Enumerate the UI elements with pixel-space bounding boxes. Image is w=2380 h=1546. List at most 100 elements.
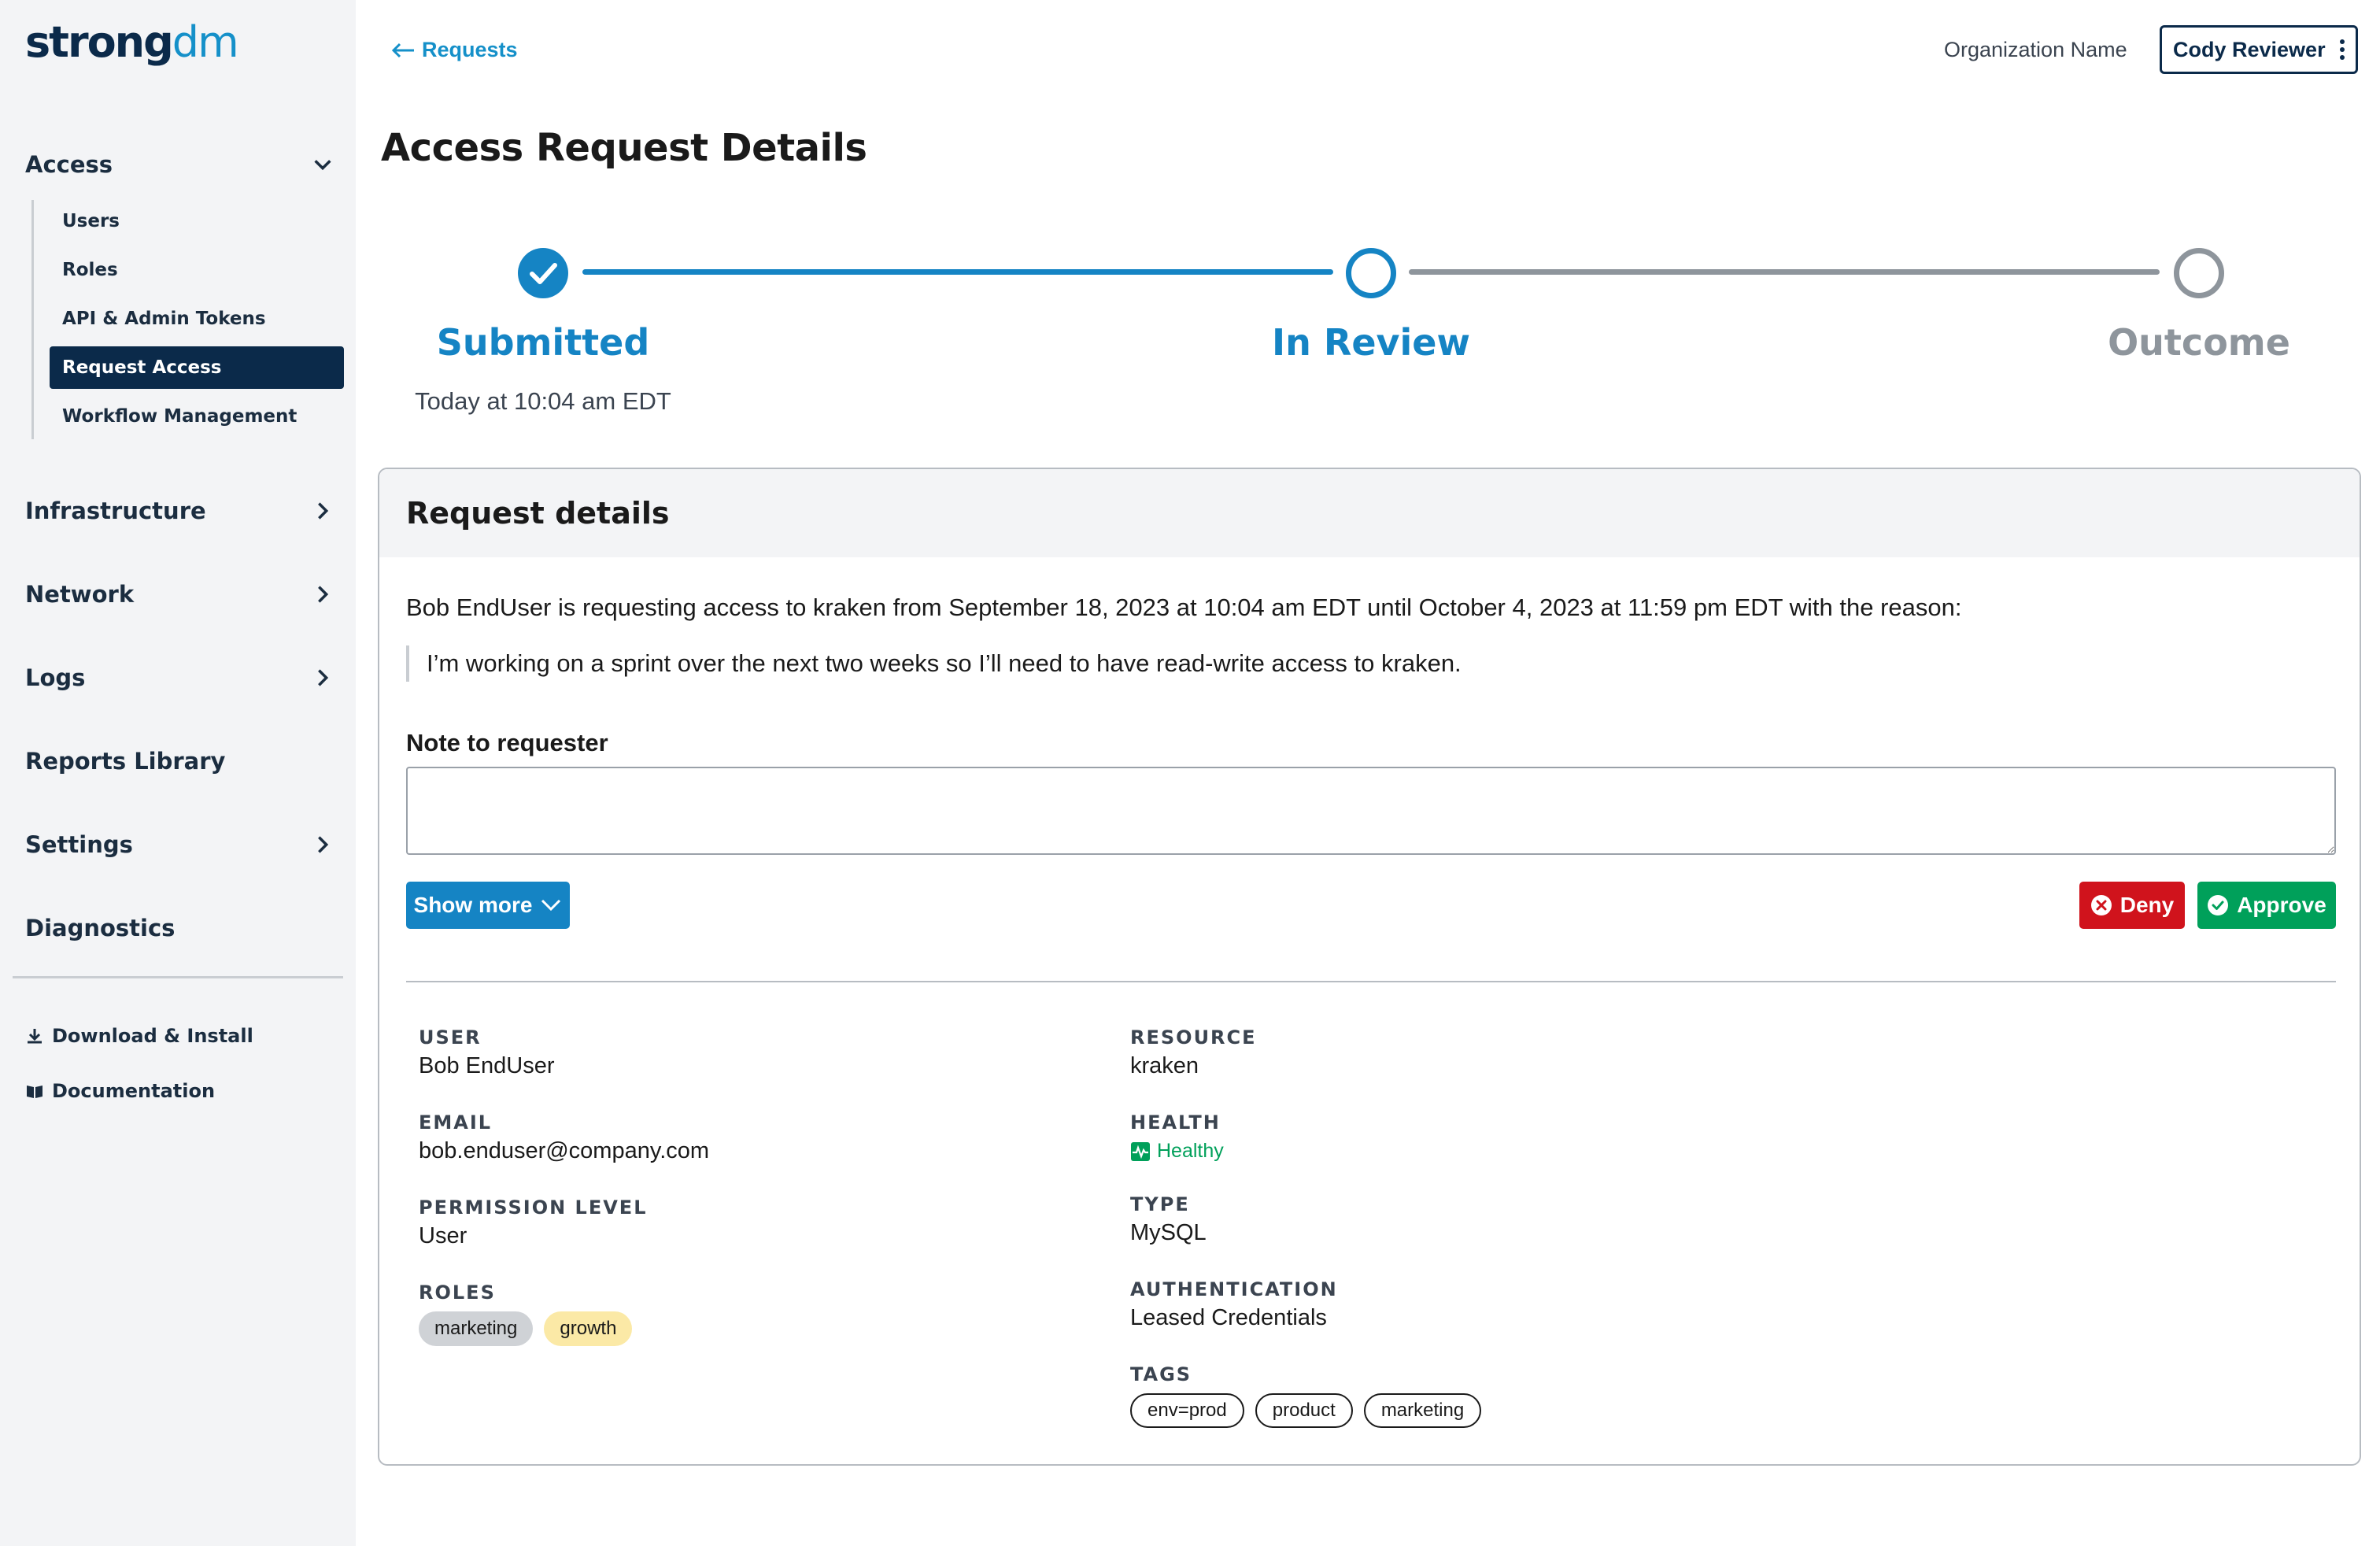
field-label: AUTHENTICATION (1130, 1278, 1338, 1300)
tag-pill: env=prod (1130, 1393, 1244, 1428)
sidebar-section-label: Reports Library (25, 748, 226, 775)
sidebar-section-label: Access (25, 151, 113, 178)
field-label: USER (419, 1026, 482, 1049)
type-value: MySQL (1130, 1220, 1207, 1245)
chevron-right-icon (312, 500, 334, 522)
tags-field: TAGS env=prod product marketing (1130, 1363, 1482, 1428)
chevron-down-icon (312, 153, 334, 176)
user-name: Cody Reviewer (2173, 37, 2326, 61)
x-circle-icon (2090, 895, 2112, 915)
show-more-label: Show more (413, 893, 533, 917)
permission-level-field: PERMISSION LEVEL User (419, 1196, 648, 1249)
progress-stepper: Submitted Today at 10:04 am EDT In Revie… (381, 236, 2380, 441)
tag-pill: product (1255, 1393, 1353, 1428)
email-field: EMAIL bob.enduser@company.com (419, 1111, 709, 1164)
check-circle-icon (518, 248, 568, 298)
sidebar: strongdm Access Users Roles API & Admin … (0, 0, 356, 1546)
arrow-left-icon (391, 43, 414, 57)
chevron-down-icon (541, 899, 561, 912)
sidebar-item-users[interactable]: Users (50, 200, 344, 242)
sidebar-link-label: Download & Install (52, 1025, 253, 1047)
role-pill: marketing (419, 1311, 534, 1346)
documentation-link[interactable]: Documentation (25, 1080, 215, 1102)
book-icon (27, 1086, 42, 1098)
field-label: PERMISSION LEVEL (419, 1196, 648, 1219)
sidebar-section-infrastructure[interactable]: Infrastructure (25, 497, 334, 524)
sidebar-section-network[interactable]: Network (25, 581, 334, 608)
download-icon (28, 1029, 42, 1044)
heartbeat-icon (1131, 1141, 1150, 1161)
email-value: bob.enduser@company.com (419, 1138, 710, 1163)
sidebar-divider (13, 976, 343, 978)
sidebar-item-roles[interactable]: Roles (50, 249, 344, 291)
sidebar-item-label: Users (62, 211, 120, 231)
approve-label: Approve (2237, 893, 2326, 917)
field-label: TAGS (1130, 1363, 1192, 1385)
user-menu-button[interactable]: Cody Reviewer (2160, 25, 2358, 74)
page-title: Access Request Details (381, 126, 867, 170)
tag-pill: marketing (1363, 1393, 1482, 1428)
strongdm-logo[interactable]: strongdm (25, 17, 239, 67)
access-subnav: Users Roles API & Admin Tokens Request A… (31, 200, 346, 439)
sidebar-section-label: Infrastructure (25, 497, 206, 524)
download-install-link[interactable]: Download & Install (25, 1025, 253, 1047)
permission-level-value: User (419, 1223, 468, 1248)
card-divider (406, 981, 2336, 982)
step-submitted-time: Today at 10:04 am EDT (415, 387, 671, 415)
current-step-circle-icon (1346, 248, 1396, 298)
tags-list: env=prod product marketing (1130, 1393, 1482, 1428)
field-label: RESOURCE (1130, 1026, 1257, 1049)
sidebar-section-reports-library[interactable]: Reports Library (25, 748, 334, 775)
sidebar-section-settings[interactable]: Settings (25, 831, 334, 858)
sidebar-section-logs[interactable]: Logs (25, 664, 334, 691)
user-value: Bob EndUser (419, 1053, 555, 1078)
type-field: TYPE MySQL (1130, 1193, 1207, 1246)
role-pill: growth (544, 1311, 633, 1346)
authentication-value: Leased Credentials (1130, 1305, 1327, 1330)
sidebar-section-access[interactable]: Access (25, 151, 334, 178)
back-to-requests-link[interactable]: Requests (390, 38, 518, 62)
request-details-card: Request details Bob EndUser is requestin… (378, 468, 2361, 1466)
sidebar-item-label: Request Access (62, 357, 222, 378)
field-label: ROLES (419, 1282, 496, 1304)
sidebar-item-label: Workflow Management (62, 406, 298, 427)
note-to-requester-input[interactable] (406, 767, 2336, 855)
health-status: Healthy (1130, 1140, 1224, 1163)
sidebar-section-label: Settings (25, 831, 133, 858)
chevron-right-icon (312, 583, 334, 605)
show-more-button[interactable]: Show more (406, 882, 570, 929)
note-label: Note to requester (406, 729, 608, 756)
step-label-outcome: Outcome (2108, 321, 2290, 364)
organization-name: Organization Name (1944, 38, 2127, 61)
sidebar-item-api-tokens[interactable]: API & Admin Tokens (50, 298, 344, 340)
kebab-menu-icon (2340, 39, 2345, 60)
sidebar-section-label: Logs (25, 664, 86, 691)
field-label: HEALTH (1130, 1111, 1221, 1134)
sidebar-section-label: Network (25, 581, 135, 608)
health-value: Healthy (1157, 1140, 1224, 1162)
chevron-right-icon (312, 834, 334, 856)
deny-button[interactable]: Deny (2079, 882, 2185, 929)
step-label-in-review: In Review (1272, 321, 1470, 364)
sidebar-link-label: Documentation (52, 1080, 216, 1102)
resource-field: RESOURCE kraken (1130, 1026, 1257, 1079)
back-link-label: Requests (422, 38, 518, 61)
field-label: EMAIL (419, 1111, 493, 1134)
pending-step-circle-icon (2174, 248, 2224, 298)
sidebar-item-request-access[interactable]: Request Access (50, 346, 344, 389)
chevron-right-icon (312, 667, 334, 689)
approve-button[interactable]: Approve (2197, 882, 2336, 929)
step-connector-pending (1409, 269, 2160, 275)
resource-value: kraken (1130, 1053, 1199, 1078)
authentication-field: AUTHENTICATION Leased Credentials (1130, 1278, 1338, 1331)
deny-label: Deny (2119, 893, 2175, 917)
sidebar-section-diagnostics[interactable]: Diagnostics (25, 915, 334, 941)
sidebar-item-workflow-management[interactable]: Workflow Management (50, 395, 344, 438)
card-title: Request details (379, 469, 2360, 557)
health-field: HEALTH Healthy (1130, 1111, 1224, 1163)
step-connector-complete (582, 269, 1333, 275)
user-field: USER Bob EndUser (419, 1026, 555, 1079)
check-circle-icon (2208, 895, 2229, 915)
roles-list: marketing growth (419, 1311, 633, 1346)
field-label: TYPE (1130, 1193, 1190, 1215)
